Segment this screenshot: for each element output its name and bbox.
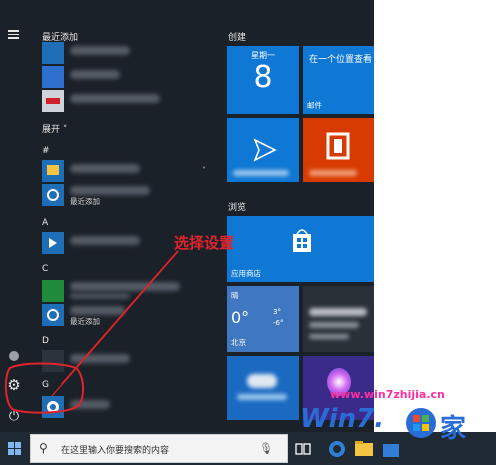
app-icon — [42, 66, 64, 88]
app-list: 最近添加 展开 ˅ # ˅ 最近添加 A C 最近添加 D G — [28, 0, 218, 432]
windows-logo-icon — [8, 442, 21, 455]
letter-header[interactable]: C — [42, 264, 48, 274]
power-icon[interactable]: ⏻ — [7, 410, 21, 424]
office-tile[interactable] — [303, 118, 374, 182]
microphone-icon[interactable]: 🎙 — [259, 442, 273, 455]
app-list-item[interactable] — [42, 42, 212, 64]
watermark-logo: Win7. — [300, 404, 385, 434]
app-icon — [42, 350, 64, 372]
windows-start-button[interactable] — [0, 432, 30, 465]
letter-header[interactable]: D — [42, 336, 49, 346]
app-list-item[interactable]: 最近添加 — [42, 184, 212, 206]
watermark-logo-char: 家 — [440, 414, 467, 444]
app-list-item[interactable]: ˅ — [42, 160, 212, 182]
calendar-tile[interactable]: 星期一 8 — [227, 46, 299, 114]
search-input[interactable]: ⚲ 在这里输入你要搜索的内容 🎙 — [30, 434, 288, 463]
weather-tile[interactable]: 晴 0° 3° -6° 北京 — [227, 286, 299, 352]
app-list-item[interactable] — [42, 66, 212, 88]
chevron-down-icon: ˅ — [202, 166, 206, 175]
expand-button[interactable]: 展开 ˅ — [42, 122, 67, 135]
watermark: www.win7zhijia.cn Win7. 家 — [300, 368, 496, 448]
hamburger-menu-icon[interactable] — [7, 28, 21, 42]
app-tile[interactable] — [227, 118, 299, 182]
windows-flag-logo-icon — [406, 408, 436, 438]
letter-header[interactable]: # — [42, 146, 50, 156]
watermark-url: www.win7zhijia.cn — [330, 388, 445, 401]
news-tile[interactable] — [303, 286, 374, 352]
app-list-item[interactable] — [42, 280, 212, 302]
user-account-icon[interactable] — [7, 349, 21, 363]
annotation-label: 选择设置 — [174, 234, 235, 252]
tile-group-create: 创建 — [228, 33, 247, 43]
start-rail: ⚙ ⏻ — [0, 0, 28, 432]
tile-group-browse: 浏览 — [228, 203, 247, 213]
app-tile[interactable] — [227, 356, 299, 420]
search-icon: ⚲ — [39, 441, 48, 455]
app-list-item[interactable] — [42, 396, 212, 418]
store-tile[interactable]: 应用商店 — [227, 216, 374, 282]
letter-header[interactable]: G — [42, 380, 49, 390]
app-list-item[interactable] — [42, 90, 212, 112]
app-list-item[interactable]: 最近添加 — [42, 304, 212, 326]
app-icon — [42, 280, 64, 302]
app-list-item[interactable] — [42, 350, 212, 372]
settings-gear-icon[interactable]: ⚙ — [7, 378, 21, 393]
mail-tile[interactable]: 在一个位置查看 邮件 — [303, 46, 374, 114]
letter-header[interactable]: A — [42, 218, 48, 228]
app-icon — [42, 42, 64, 64]
